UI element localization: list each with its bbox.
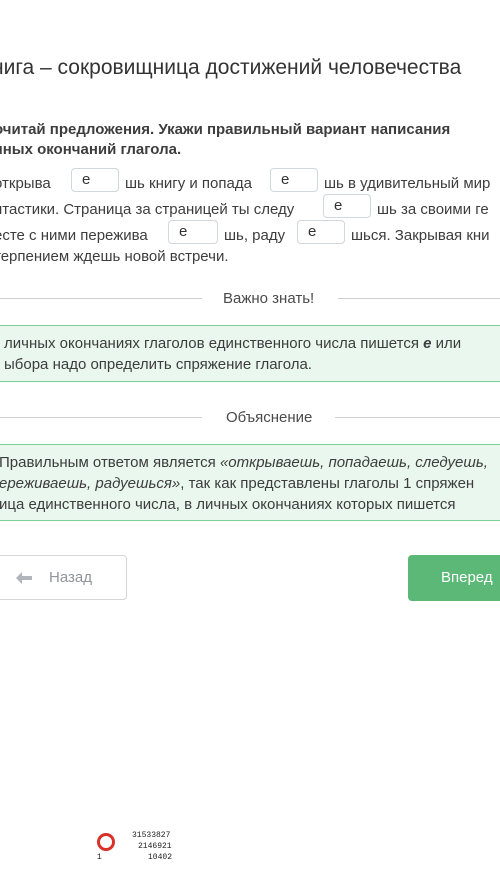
next-button-label: Вперед — [441, 569, 493, 586]
back-button[interactable]: Назад — [0, 555, 127, 600]
explanation-note: Правильным ответом является «открываешь,… — [0, 444, 500, 521]
instruction-line-2: чных окончаний глагола. — [0, 141, 182, 158]
stamp-number-3: 1 — [97, 853, 102, 862]
exercise-text: шь в удивительный мир — [324, 175, 491, 192]
important-text-line-2: ыбора надо определить спряжение глагола. — [4, 356, 312, 373]
stamp-number-2: 2146921 — [138, 842, 172, 851]
answer-blank-4[interactable]: е — [168, 220, 218, 244]
divider-line — [0, 417, 202, 418]
explanation-text-line-3: ица единственного числа, в личных оконча… — [0, 496, 456, 513]
instruction-line-1: очитай предложения. Укажи правильный вар… — [0, 121, 451, 138]
explanation-text-line-1: Правильным ответом является «открываешь,… — [0, 454, 488, 471]
exercise-text: нтастики. Страница за страницей ты следу — [0, 201, 295, 218]
exercise-text: шься. Закрывая кни — [351, 227, 490, 244]
divider-line — [335, 417, 500, 418]
exercise-text: шь книгу и попада — [125, 175, 252, 192]
back-button-label: Назад — [49, 569, 92, 586]
circle-icon — [97, 833, 115, 851]
explanation-heading: Объяснение — [226, 409, 313, 426]
stamp: 31533827 2146921 1 10402 — [95, 830, 185, 864]
exercise-text: открыва — [0, 175, 51, 192]
important-note: личных окончаниях глаголов единственного… — [0, 325, 500, 382]
divider-line — [338, 298, 500, 299]
exercise-text: есте с ними пережива — [0, 227, 148, 244]
important-heading: Важно знать! — [223, 290, 315, 307]
answer-blank-3[interactable]: е — [323, 194, 371, 218]
answer-blank-5[interactable]: е — [297, 220, 345, 244]
exercise-text: шь, раду — [224, 227, 286, 244]
exercise-text: терпением ждешь новой встречи. — [0, 248, 229, 265]
stamp-number-4: 10402 — [148, 853, 173, 862]
divider-line — [0, 298, 202, 299]
page-title: нига – сокровищница достижений человечес… — [0, 56, 462, 79]
arrow-left-icon — [16, 572, 32, 584]
stamp-number-1: 31533827 — [132, 831, 171, 840]
important-text-line-1: личных окончаниях глаголов единственного… — [4, 335, 462, 352]
next-button[interactable]: Вперед — [408, 555, 500, 601]
exercise-text: шь за своими ге — [377, 201, 489, 218]
answer-blank-2[interactable]: е — [270, 168, 318, 192]
answer-blank-1[interactable]: е — [71, 168, 119, 192]
explanation-text-line-2: ереживаешь, радуешься», так как представ… — [0, 475, 475, 492]
